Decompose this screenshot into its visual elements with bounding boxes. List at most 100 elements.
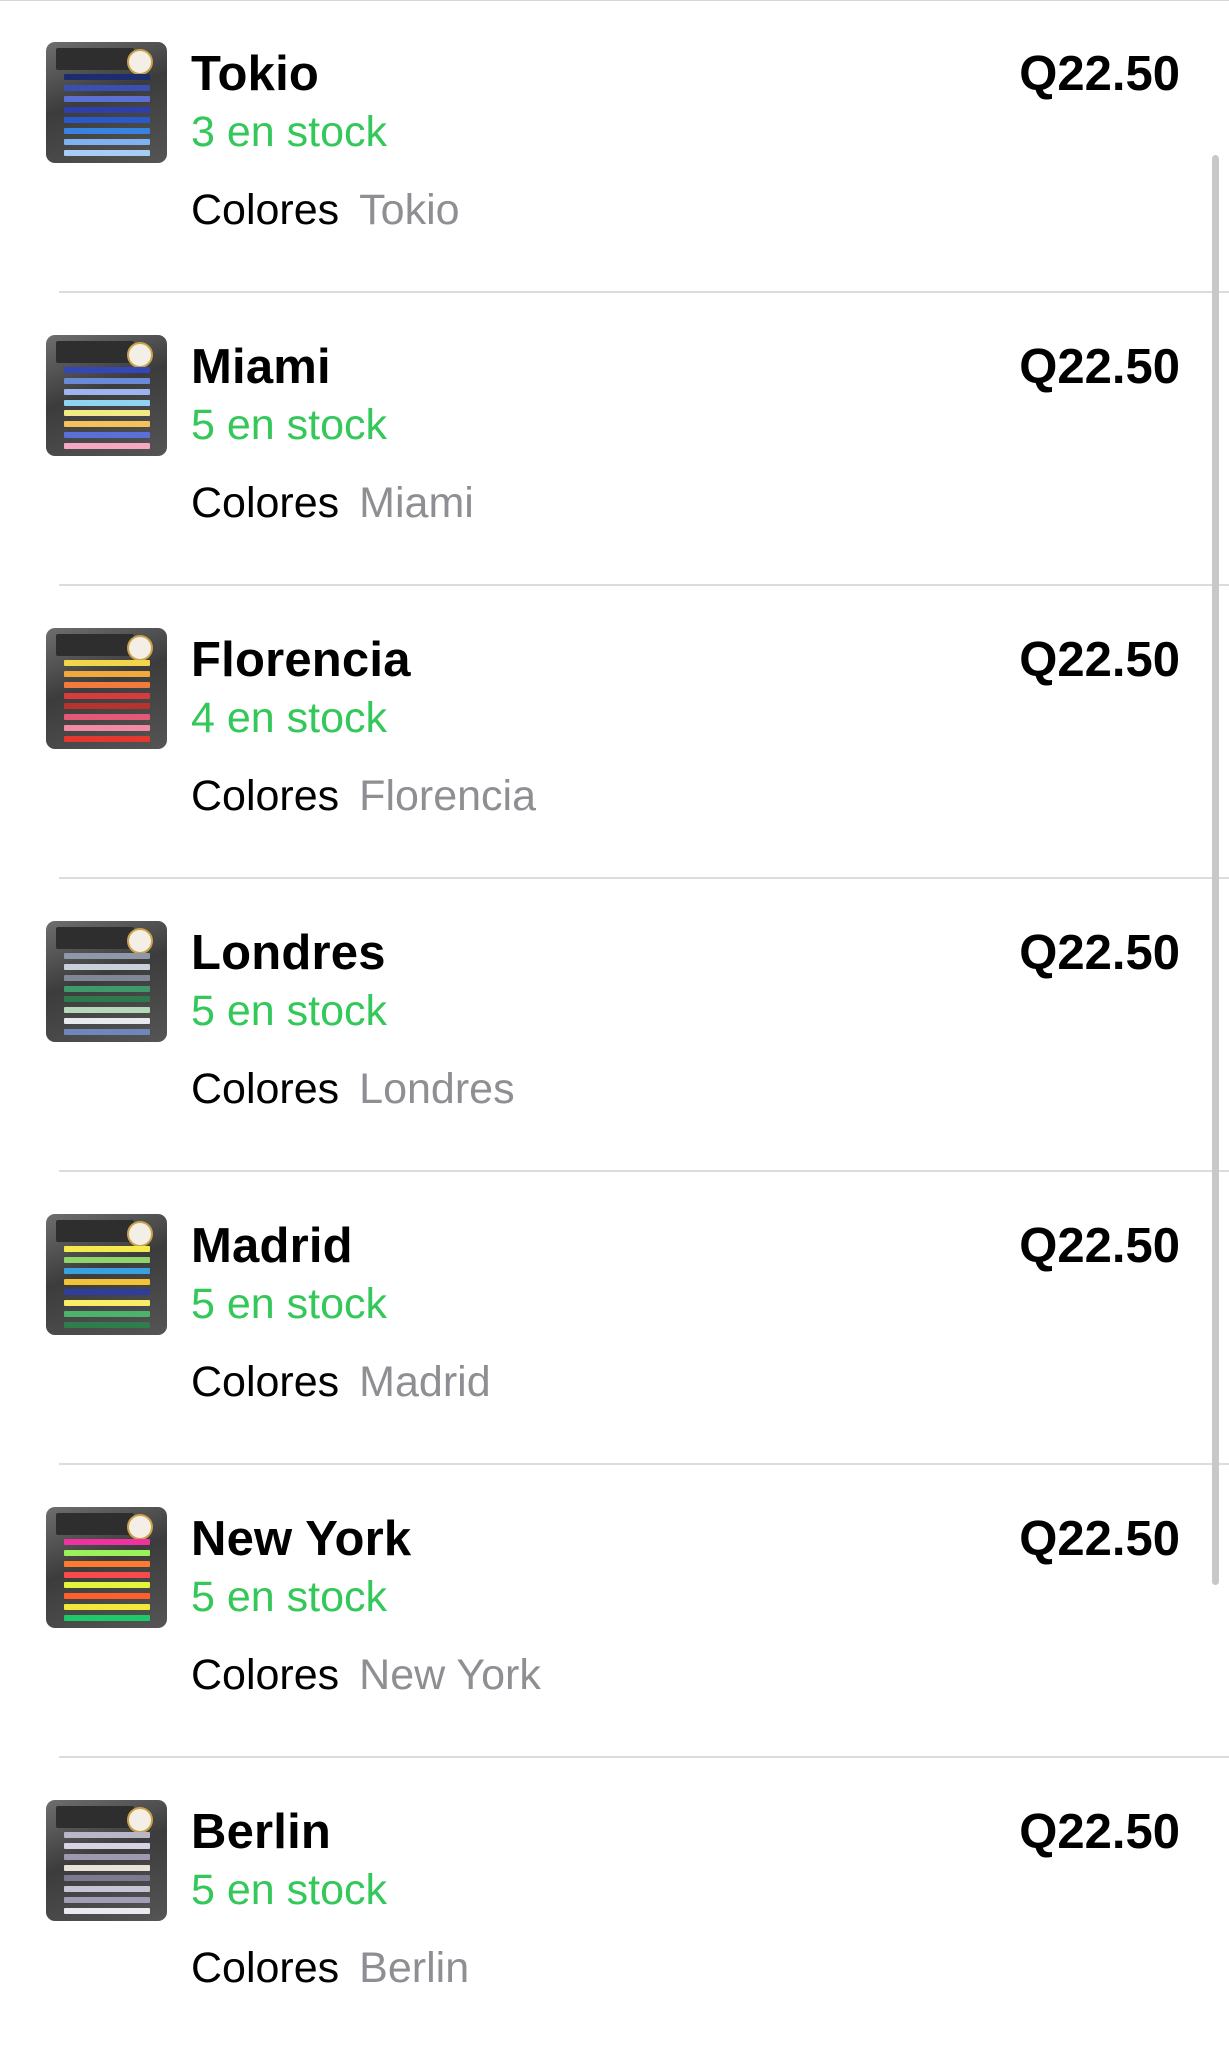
color-strip [64, 725, 150, 732]
color-strip [64, 388, 150, 395]
color-strip [64, 1028, 150, 1035]
product-thumbnail [46, 42, 167, 163]
product-row[interactable]: Tokio 3 en stock Colores Tokio Q22.50 [0, 0, 1229, 293]
color-strip [64, 1886, 150, 1893]
color-strip [64, 1560, 150, 1567]
product-title: Berlin [191, 1805, 332, 1859]
color-strip [64, 1842, 150, 1849]
product-row[interactable]: Berlin 5 en stock Colores Berlin Q22.50 [0, 1758, 1229, 2051]
product-thumbnail [46, 1214, 167, 1335]
product-thumbnail [46, 921, 167, 1042]
color-strip [64, 1278, 150, 1285]
color-strip [64, 996, 150, 1003]
color-strips [64, 1539, 150, 1621]
color-strip [64, 421, 150, 428]
color-strip [64, 692, 150, 699]
variant-info: Colores Londres [191, 1065, 515, 1114]
variant-label: Colores [191, 186, 340, 234]
color-strip [64, 1853, 150, 1860]
variant-value: Florencia [359, 772, 537, 820]
product-title: Madrid [191, 1219, 353, 1273]
variant-value: New York [359, 1651, 541, 1699]
stock-status: 5 en stock [191, 1573, 387, 1621]
color-strip [64, 1582, 150, 1589]
product-title: Florencia [191, 633, 411, 687]
color-strip [64, 128, 150, 135]
color-strips [64, 74, 150, 156]
product-thumbnail [46, 628, 167, 749]
variant-value: Miami [359, 479, 474, 527]
color-strip [64, 1539, 150, 1545]
color-strip [64, 1571, 150, 1578]
color-strips [64, 367, 150, 449]
variant-value: Tokio [359, 186, 460, 234]
color-strips [64, 1832, 150, 1914]
product-price: Q22.50 [1019, 1512, 1180, 1566]
color-strip [64, 377, 150, 384]
color-strip [64, 95, 150, 102]
package-badge [127, 1514, 153, 1540]
product-price: Q22.50 [1019, 633, 1180, 687]
color-strip [64, 410, 150, 417]
color-strip [64, 399, 150, 406]
color-strip [64, 735, 150, 742]
product-row[interactable]: New York 5 en stock Colores New York Q22.… [0, 1465, 1229, 1758]
variant-label: Colores [191, 479, 340, 527]
color-strip [64, 1300, 150, 1307]
package-header [56, 48, 134, 70]
product-row[interactable]: Florencia 4 en stock Colores Florencia Q2… [0, 586, 1229, 879]
stock-status: 4 en stock [191, 694, 387, 742]
color-strip [64, 1864, 150, 1871]
color-strips [64, 1246, 150, 1328]
color-strip [64, 442, 150, 449]
stock-status: 5 en stock [191, 1866, 387, 1914]
variant-info: Colores Tokio [191, 186, 460, 235]
stock-status: 5 en stock [191, 401, 387, 449]
package-badge [127, 1221, 153, 1247]
package-header [56, 341, 134, 363]
color-strip [64, 1593, 150, 1600]
product-title: Miami [191, 340, 331, 394]
product-thumbnail [46, 1507, 167, 1628]
color-strip [64, 974, 150, 981]
package-header [56, 634, 134, 656]
color-strip [64, 963, 150, 970]
variant-info: Colores Madrid [191, 1358, 491, 1407]
color-strip [64, 1321, 150, 1328]
scrollbar[interactable] [1212, 155, 1219, 1585]
stock-status: 5 en stock [191, 987, 387, 1035]
variant-value: Madrid [359, 1358, 491, 1406]
color-strip [64, 1604, 150, 1611]
package-header [56, 1220, 134, 1242]
product-price: Q22.50 [1019, 1219, 1180, 1273]
color-strip [64, 953, 150, 959]
product-thumbnail [46, 335, 167, 456]
color-strip [64, 1614, 150, 1621]
package-header [56, 1513, 134, 1535]
color-strip [64, 149, 150, 156]
stock-status: 5 en stock [191, 1280, 387, 1328]
color-strip [64, 432, 150, 439]
variant-value: Berlin [359, 1944, 470, 1992]
product-price: Q22.50 [1019, 47, 1180, 101]
package-header [56, 1806, 134, 1828]
color-strip [64, 703, 150, 710]
product-price: Q22.50 [1019, 1805, 1180, 1859]
variant-info: Colores New York [191, 1651, 541, 1700]
product-price: Q22.50 [1019, 340, 1180, 394]
color-strip [64, 1311, 150, 1318]
color-strip [64, 117, 150, 124]
product-row[interactable]: Londres 5 en stock Colores Londres Q22.50 [0, 879, 1229, 1172]
product-price: Q22.50 [1019, 926, 1180, 980]
color-strip [64, 714, 150, 721]
color-strip [64, 985, 150, 992]
color-strip [64, 106, 150, 113]
variant-info: Colores Miami [191, 479, 474, 528]
color-strip [64, 1875, 150, 1882]
color-strip [64, 660, 150, 666]
product-row[interactable]: Madrid 5 en stock Colores Madrid Q22.50 [0, 1172, 1229, 1465]
variant-info: Colores Florencia [191, 772, 536, 821]
product-row[interactable]: Miami 5 en stock Colores Miami Q22.50 [0, 293, 1229, 586]
color-strip [64, 1246, 150, 1252]
variant-label: Colores [191, 1944, 340, 1992]
